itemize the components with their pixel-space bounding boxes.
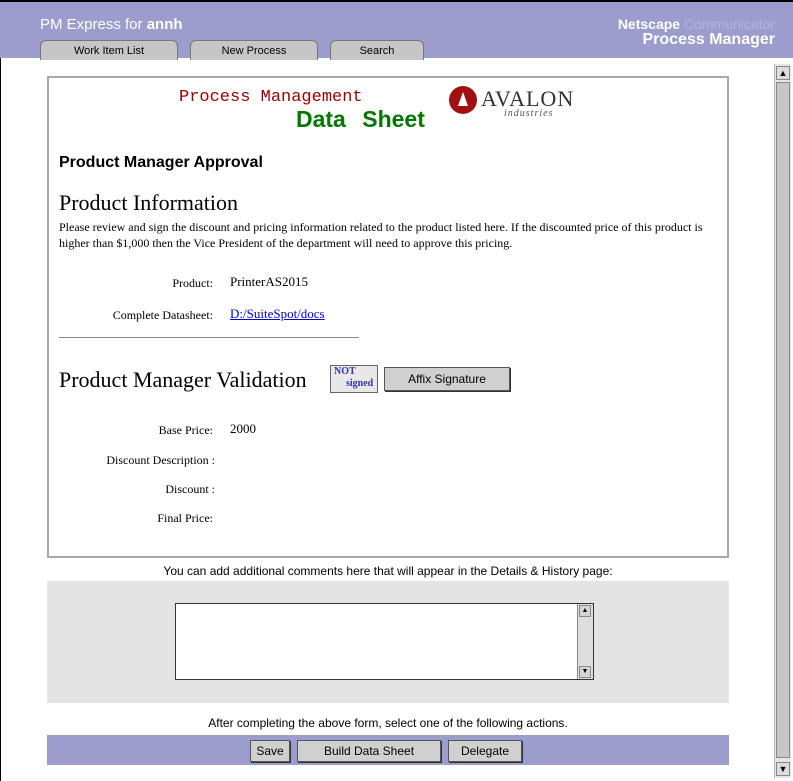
- delegate-button[interactable]: Delegate: [448, 740, 522, 762]
- discount-description-label: Discount Description :: [106, 453, 215, 467]
- tab-search[interactable]: Search: [330, 40, 424, 60]
- netscape-ghost-label: Communicator: [683, 16, 775, 32]
- comments-panel: ▲ ▼: [47, 581, 729, 703]
- logo-process-management: Process Management: [179, 88, 363, 107]
- data-sheet-form: Process Management Data Sheet AVALON ind…: [47, 76, 729, 558]
- user-name: annh: [146, 16, 183, 33]
- comments-scrollbar[interactable]: ▲ ▼: [577, 604, 593, 679]
- avalon-logo-subtext: industries: [504, 108, 554, 119]
- actions-bar: Save Build Data Sheet Delegate: [47, 735, 729, 765]
- scroll-up-icon[interactable]: ▲: [776, 66, 790, 80]
- brand-title: PM Express for annh: [40, 16, 183, 33]
- section-divider: [59, 337, 359, 338]
- avalon-logo-icon: [449, 86, 477, 114]
- product-info-description: Please review and sign the discount and …: [59, 220, 703, 250]
- actions-note: After completing the above form, select …: [208, 716, 568, 730]
- vertical-scrollbar[interactable]: ▲ ▼: [774, 64, 791, 778]
- validation-heading: Product Manager Validation: [59, 367, 307, 392]
- datasheet-link[interactable]: D:/SuiteSpot/docs: [230, 306, 325, 322]
- stamp-line2: signed: [346, 378, 374, 389]
- comments-textarea[interactable]: ▲ ▼: [175, 603, 594, 680]
- datasheet-label: Complete Datasheet:: [112, 308, 213, 322]
- build-data-sheet-button[interactable]: Build Data Sheet: [297, 740, 441, 762]
- stamp-line1: NOT: [334, 366, 356, 377]
- base-price-value: 2000: [230, 421, 256, 436]
- comments-scroll-up-icon[interactable]: ▲: [579, 605, 591, 617]
- base-price-label: Base Price:: [158, 423, 213, 437]
- scroll-thumb[interactable]: [776, 82, 790, 758]
- netscape-logo: Netscape Communicator Process Manager: [618, 16, 775, 48]
- final-price-label: Final Price:: [157, 511, 213, 525]
- save-button[interactable]: Save: [250, 740, 290, 762]
- comments-scroll-down-icon[interactable]: ▼: [579, 666, 591, 678]
- product-value: PrinterAS2015: [230, 274, 308, 289]
- tab-work-item-list[interactable]: Work Item List: [40, 40, 178, 60]
- product-label: Product:: [172, 276, 213, 290]
- form-title: Product Manager Approval: [59, 154, 263, 171]
- comments-note: You can add additional comments here tha…: [163, 564, 613, 578]
- netscape-label: Netscape: [617, 16, 681, 32]
- logo-data-sheet: Data Sheet: [296, 106, 425, 132]
- tab-new-process[interactable]: New Process: [190, 40, 318, 60]
- app-header: PM Express for annh Netscape Communicato…: [0, 0, 793, 60]
- scroll-down-icon[interactable]: ▼: [776, 762, 790, 776]
- affix-signature-button[interactable]: Affix Signature: [384, 367, 510, 391]
- product-name: Process Manager: [642, 31, 775, 48]
- brand-prefix: PM Express for: [40, 16, 143, 33]
- not-signed-stamp-icon: NOT signed: [330, 365, 378, 393]
- frame-divider: [0, 58, 1, 781]
- discount-label: Discount :: [165, 482, 215, 496]
- product-info-heading: Product Information: [59, 190, 239, 215]
